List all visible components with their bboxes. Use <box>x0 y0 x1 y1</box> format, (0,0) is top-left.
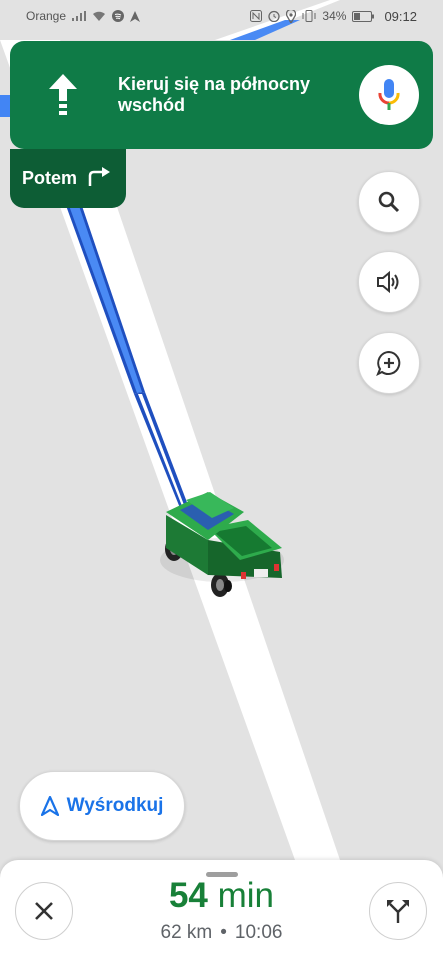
close-icon <box>35 902 53 920</box>
trip-eta: 54 min 62 km • 10:06 <box>110 876 333 944</box>
separator-dot: • <box>220 922 227 943</box>
speaker-icon <box>377 270 399 294</box>
signal-icon <box>72 11 87 21</box>
carrier-label: Orange <box>26 9 67 23</box>
voice-search-button[interactable] <box>359 65 419 125</box>
battery-percent: 34% <box>322 9 347 23</box>
status-bar: Orange 34% 09:12 <box>0 0 443 32</box>
arrival-time: 10:06 <box>234 922 283 943</box>
navigation-arrow-icon <box>130 10 141 22</box>
trip-distance: 62 km <box>160 922 213 943</box>
exit-navigation-button[interactable] <box>15 882 73 940</box>
add-report-button[interactable] <box>358 332 420 394</box>
navigation-arrow-icon <box>40 796 59 816</box>
location-pin-icon <box>286 9 297 23</box>
vehicle-truck-icon <box>160 492 284 597</box>
trip-duration: 54 min <box>110 876 333 916</box>
alternate-routes-button[interactable] <box>369 882 427 940</box>
status-left: Orange <box>26 9 141 23</box>
wifi-icon <box>92 11 106 22</box>
recenter-button[interactable]: Wyśrodkuj <box>19 771 185 841</box>
battery-icon <box>352 10 375 22</box>
vibrate-icon <box>302 10 316 22</box>
route-split-icon <box>387 900 409 923</box>
add-comment-icon <box>376 350 401 376</box>
next-step-card[interactable]: Potem <box>10 149 126 208</box>
duration-unit: min <box>217 876 275 915</box>
spotify-icon <box>112 10 125 22</box>
sound-button[interactable] <box>358 251 420 313</box>
alarm-icon <box>268 10 281 22</box>
direction-card[interactable]: Kieruj się na północny wschód <box>10 41 433 149</box>
clock: 09:12 <box>384 8 417 24</box>
microphone-icon <box>378 79 400 110</box>
recenter-label: Wyśrodkuj <box>66 795 164 816</box>
trip-details: 62 km • 10:06 <box>110 922 333 944</box>
status-right: 34% 09:12 <box>250 9 417 24</box>
turn-right-icon <box>87 166 111 191</box>
search-icon <box>378 191 400 213</box>
duration-value: 54 <box>168 876 208 915</box>
search-button[interactable] <box>358 171 420 233</box>
next-step-label: Potem <box>22 168 78 188</box>
straight-arrow-icon <box>26 74 100 116</box>
nfc-icon <box>250 10 263 22</box>
direction-instruction: Kieruj się na północny wschód <box>118 74 311 115</box>
